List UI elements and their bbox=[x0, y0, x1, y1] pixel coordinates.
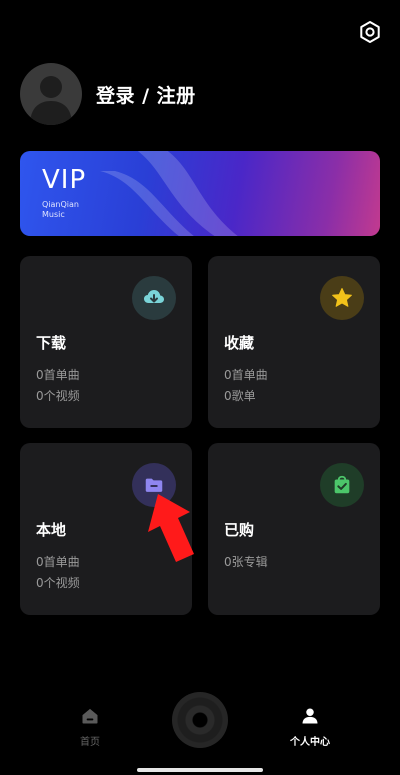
favorites-title: 收藏 bbox=[224, 334, 255, 352]
local-songs-count: 0首单曲 bbox=[36, 555, 80, 569]
login-register-link[interactable]: 登录 / 注册 bbox=[96, 81, 196, 108]
nav-profile[interactable]: 个人中心 bbox=[280, 706, 340, 748]
nav-home-label: 首页 bbox=[80, 737, 100, 748]
bottom-nav: 首页 个人中心 bbox=[0, 690, 400, 775]
shopping-bag-icon bbox=[320, 463, 364, 507]
purchased-albums-count: 0张专辑 bbox=[224, 555, 268, 569]
download-songs-count: 0首单曲 bbox=[36, 368, 80, 382]
home-indicator bbox=[137, 768, 263, 772]
download-videos-count: 0个视频 bbox=[36, 389, 80, 403]
vip-banner[interactable]: VIP QianQian Music bbox=[20, 151, 380, 236]
favorites-card[interactable]: 收藏 0首单曲 0歌单 bbox=[208, 256, 380, 428]
now-playing-disc[interactable] bbox=[172, 692, 228, 748]
home-icon bbox=[82, 708, 98, 724]
screen: 登录 / 注册 VIP QianQian Music 下载 0首单曲 0个视频 bbox=[0, 0, 400, 775]
avatar-silhouette-icon bbox=[30, 76, 72, 125]
purchased-title: 已购 bbox=[224, 521, 255, 539]
wave-decoration-icon bbox=[100, 151, 238, 236]
vip-title: VIP bbox=[42, 165, 87, 195]
profile-row[interactable]: 登录 / 注册 bbox=[20, 63, 196, 125]
vip-subtitle-line1: QianQian bbox=[42, 200, 79, 209]
vip-subtitle-line2: Music bbox=[42, 210, 65, 219]
favorites-songs-count: 0首单曲 bbox=[224, 368, 268, 382]
star-icon bbox=[320, 276, 364, 320]
person-icon bbox=[302, 708, 318, 724]
local-title: 本地 bbox=[36, 521, 67, 539]
nav-home[interactable]: 首页 bbox=[60, 706, 120, 748]
local-videos-count: 0个视频 bbox=[36, 576, 80, 590]
cloud-download-icon bbox=[132, 276, 176, 320]
download-title: 下载 bbox=[36, 334, 67, 352]
purchased-card[interactable]: 已购 0张专辑 bbox=[208, 443, 380, 615]
red-arrow-annotation-icon bbox=[148, 494, 194, 562]
vip-subtitle: QianQian Music bbox=[42, 200, 79, 220]
favorites-playlists-count: 0歌单 bbox=[224, 389, 256, 403]
nav-profile-label: 个人中心 bbox=[290, 737, 330, 748]
settings-icon[interactable] bbox=[358, 20, 382, 44]
avatar[interactable] bbox=[20, 63, 82, 125]
download-card[interactable]: 下载 0首单曲 0个视频 bbox=[20, 256, 192, 428]
